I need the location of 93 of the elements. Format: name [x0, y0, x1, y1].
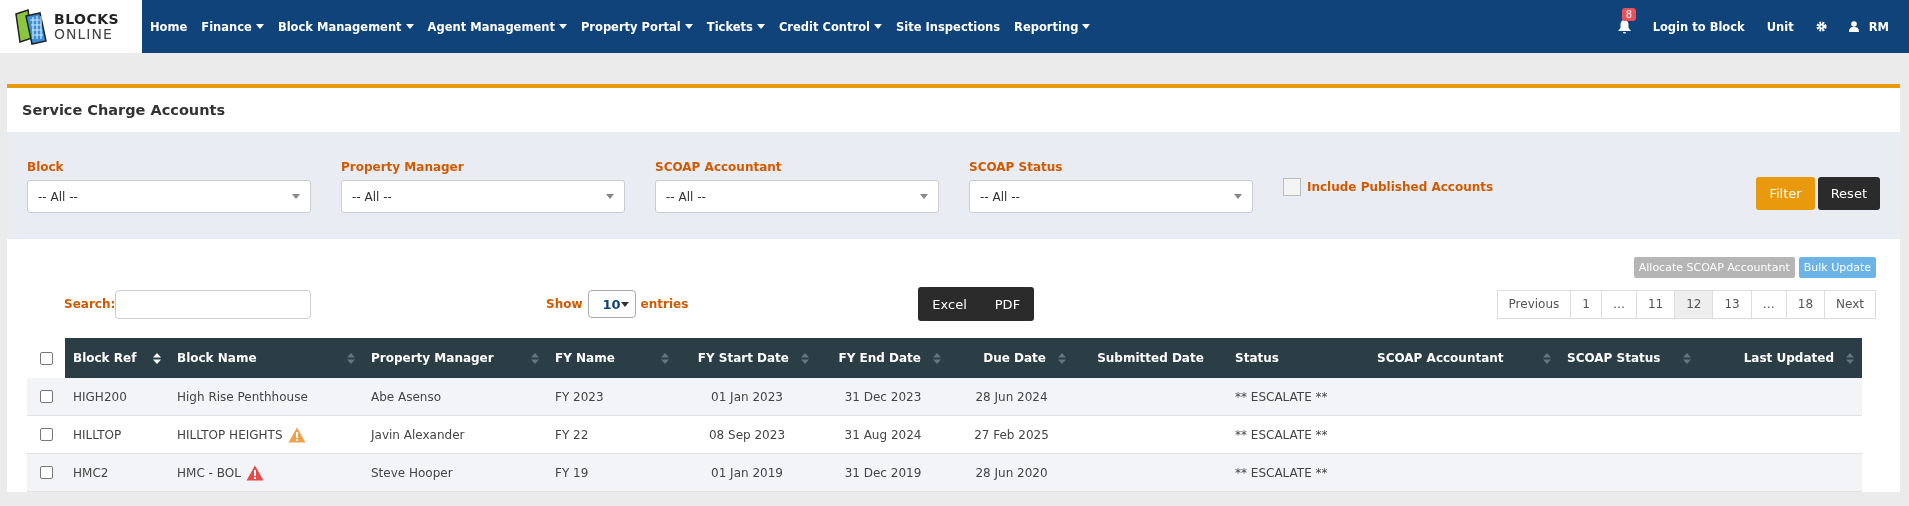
table-cell: 31 Dec 2019	[844, 465, 922, 480]
table-cell: ** ESCALATE **	[1235, 427, 1328, 442]
search-field[interactable]	[115, 289, 312, 319]
nav-menu-item[interactable]: Home	[150, 19, 188, 34]
checkbox[interactable]	[1283, 178, 1301, 196]
logo-text: ONLINE	[54, 26, 114, 42]
table-cell: 31 Dec 2023	[844, 389, 922, 404]
column-header[interactable]: SCOAP Status	[1559, 338, 1699, 378]
notification-badge: 8	[1621, 7, 1636, 21]
table-cell: HILLTOP HEIGHTS	[177, 427, 283, 442]
filter-label: SCOAP Accountant	[655, 160, 783, 174]
nav-menu-item[interactable]: Site Inspections	[896, 19, 1001, 34]
table-cell: 08 Sep 2023	[708, 427, 786, 442]
table-cell: 01 Jan 2023	[711, 389, 783, 404]
pagination-link[interactable]: 12	[1674, 289, 1714, 319]
table-cell: HIGH200	[73, 389, 127, 404]
pagination-link[interactable]: …	[1600, 289, 1637, 319]
column-header[interactable]: Due Date	[949, 338, 1074, 378]
pagination-link[interactable]: 1	[1570, 289, 1602, 319]
pagination-link[interactable]: Next	[1824, 289, 1876, 319]
row-checkbox[interactable]	[39, 466, 53, 479]
table-cell: Abe Asenso	[371, 389, 442, 404]
table-cell: 28 Jun 2024	[975, 389, 1048, 404]
table-cell: ** ESCALATE **	[1235, 389, 1328, 404]
nav-menu-item[interactable]: Reporting	[1014, 19, 1091, 34]
select-all-checkbox[interactable]	[39, 351, 53, 365]
unit-link[interactable]: Unit	[1766, 19, 1794, 34]
filter-select[interactable]: -- All --	[27, 180, 311, 213]
column-header[interactable]: Last Updated	[1699, 338, 1862, 378]
nav-menu-item[interactable]: Block Management	[277, 19, 414, 34]
table-cell: Steve Hooper	[371, 465, 453, 480]
column-header[interactable]: Block Ref	[65, 338, 169, 378]
bell-icon[interactable]	[1617, 19, 1631, 34]
table-cell: 31 Aug 2024	[844, 427, 922, 442]
filter-label: Block	[27, 160, 65, 174]
column-header[interactable]: FY Name	[547, 338, 677, 378]
column-header[interactable]: FY Start Date	[677, 338, 817, 378]
table-cell: 27 Feb 2025	[974, 427, 1049, 442]
row-checkbox[interactable]	[39, 428, 53, 441]
caret-icon	[620, 301, 629, 307]
reset-button[interactable]: Reset	[1817, 177, 1880, 210]
table-cell: High Rise Penthhouse	[177, 389, 308, 404]
settings-icon[interactable]	[1815, 21, 1827, 32]
nav-menu-item[interactable]: Finance	[201, 19, 264, 34]
login-to-block-link[interactable]: Login to Block	[1652, 19, 1745, 34]
search-label: Search:	[64, 297, 116, 311]
user-icon	[1848, 21, 1859, 32]
page-title: Service Charge Accounts	[21, 101, 227, 120]
caret-icon	[920, 194, 928, 199]
filter-select[interactable]: -- All --	[655, 180, 939, 213]
filter-select[interactable]: -- All --	[341, 180, 625, 213]
sort-icon[interactable]	[153, 352, 161, 364]
pagination-link[interactable]: 13	[1712, 289, 1752, 319]
column-header[interactable]: Block Name	[169, 338, 363, 378]
nav-menu-item[interactable]: Tickets	[706, 19, 765, 34]
table-cell: FY 2023	[555, 389, 604, 404]
table-cell: HMC2	[73, 465, 109, 480]
checkbox-label: Include Published Accounts	[1307, 180, 1494, 194]
table-cell: FY 19	[555, 465, 589, 480]
entries-label: entries	[640, 297, 689, 311]
filter-label: Property Manager	[341, 160, 465, 174]
entries-select[interactable]: 10	[587, 290, 636, 318]
pagination-link[interactable]: Previous	[1496, 289, 1572, 319]
table-cell: Javin Alexander	[371, 427, 465, 442]
export-button[interactable]: PDF	[980, 287, 1035, 321]
nav-menu-item[interactable]: Credit Control	[778, 19, 882, 34]
column-header[interactable]: SCOAP Accountant	[1369, 338, 1559, 378]
user-menu[interactable]: RM	[1848, 19, 1889, 34]
table-cell: 28 Jun 2020	[975, 465, 1048, 480]
pagination-link[interactable]: 18	[1785, 289, 1826, 319]
filter-label: SCOAP Status	[969, 160, 1064, 174]
column-header[interactable]: Property Manager	[363, 338, 547, 378]
logo-text: BLOCKS	[54, 11, 120, 27]
nav-menu-item[interactable]: Agent Management	[427, 19, 567, 34]
caret-icon	[1234, 194, 1242, 199]
table-cell: 01 Jan 2019	[711, 465, 783, 480]
row-checkbox[interactable]	[39, 390, 53, 403]
nav-menu-item[interactable]: Property Portal	[580, 19, 693, 34]
caret-icon	[606, 194, 614, 199]
table-cell: HILLTOP	[73, 427, 122, 442]
table-cell: HMC - BOL	[177, 465, 241, 480]
column-header[interactable]: Status	[1227, 338, 1369, 378]
column-header[interactable]: Submitted Date	[1074, 338, 1227, 378]
pagination-link[interactable]: 11	[1635, 289, 1676, 319]
caret-icon	[292, 194, 300, 199]
table-cell: ** ESCALATE **	[1235, 465, 1328, 480]
show-label: Show	[546, 297, 583, 311]
filter-select[interactable]: -- All --	[969, 180, 1253, 213]
export-button[interactable]: Excel	[918, 287, 981, 321]
table-cell: FY 22	[555, 427, 589, 442]
logo-icon	[14, 7, 50, 46]
column-header[interactable]: FY End Date	[817, 338, 949, 378]
pagination-link[interactable]: …	[1750, 289, 1787, 319]
